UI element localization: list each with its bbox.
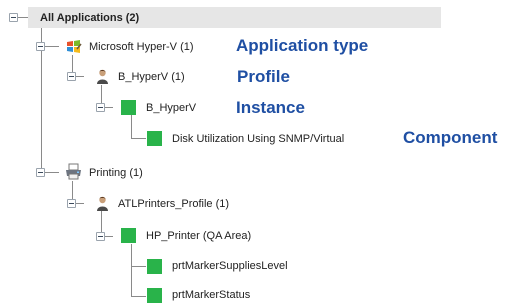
collapse-toggle-instance-hyperv[interactable] [96, 103, 105, 112]
tree-node-component-disk[interactable]: Disk Utilization Using SNMP/Virtual [172, 132, 344, 146]
collapse-toggle-profile-hyperv[interactable] [67, 72, 76, 81]
tree-connector [131, 244, 132, 296]
callout-profile: Profile [237, 67, 290, 86]
tree-node-app-printing[interactable]: Printing (1) [89, 166, 143, 180]
tree-node-app-hyperv[interactable]: Microsoft Hyper-V (1) [89, 40, 194, 54]
callout-application-type: Application type [236, 36, 369, 55]
callout-component: Component [403, 128, 498, 147]
tree-node-component-status[interactable]: prtMarkerStatus [172, 288, 250, 302]
tree-connector [131, 296, 146, 297]
person-icon [97, 69, 108, 84]
tree-connector [131, 138, 146, 139]
tree-connector [131, 266, 146, 267]
tree-node-root[interactable]: All Applications (2) [40, 11, 139, 25]
printer-icon [66, 163, 81, 180]
application-tree: All Applications (2) Microsoft Hyper-V (… [0, 0, 521, 305]
collapse-toggle-hyperv[interactable] [36, 42, 45, 51]
tree-node-profile-printers[interactable]: ATLPrinters_Profile (1) [118, 197, 229, 211]
tree-connector [131, 115, 132, 138]
green-square-icon [147, 288, 162, 303]
person-icon [97, 196, 108, 211]
collapse-toggle-printing[interactable] [36, 168, 45, 177]
callout-instance: Instance [236, 98, 305, 117]
tree-node-instance-hyperv[interactable]: B_HyperV [146, 101, 196, 115]
tree-node-component-supplies[interactable]: prtMarkerSuppliesLevel [172, 259, 288, 273]
collapse-toggle-profile-printers[interactable] [67, 199, 76, 208]
green-square-icon [147, 259, 162, 274]
windows-flag-icon [67, 40, 82, 53]
tree-node-profile-hyperv[interactable]: B_HyperV (1) [118, 70, 185, 84]
tree-node-instance-printer[interactable]: HP_Printer (QA Area) [146, 229, 251, 243]
tree-connector [18, 17, 28, 18]
green-square-icon [121, 100, 136, 115]
green-square-icon [121, 228, 136, 243]
green-square-icon [147, 131, 162, 146]
collapse-toggle-instance-printer[interactable] [96, 232, 105, 241]
collapse-toggle-root[interactable] [9, 13, 18, 22]
